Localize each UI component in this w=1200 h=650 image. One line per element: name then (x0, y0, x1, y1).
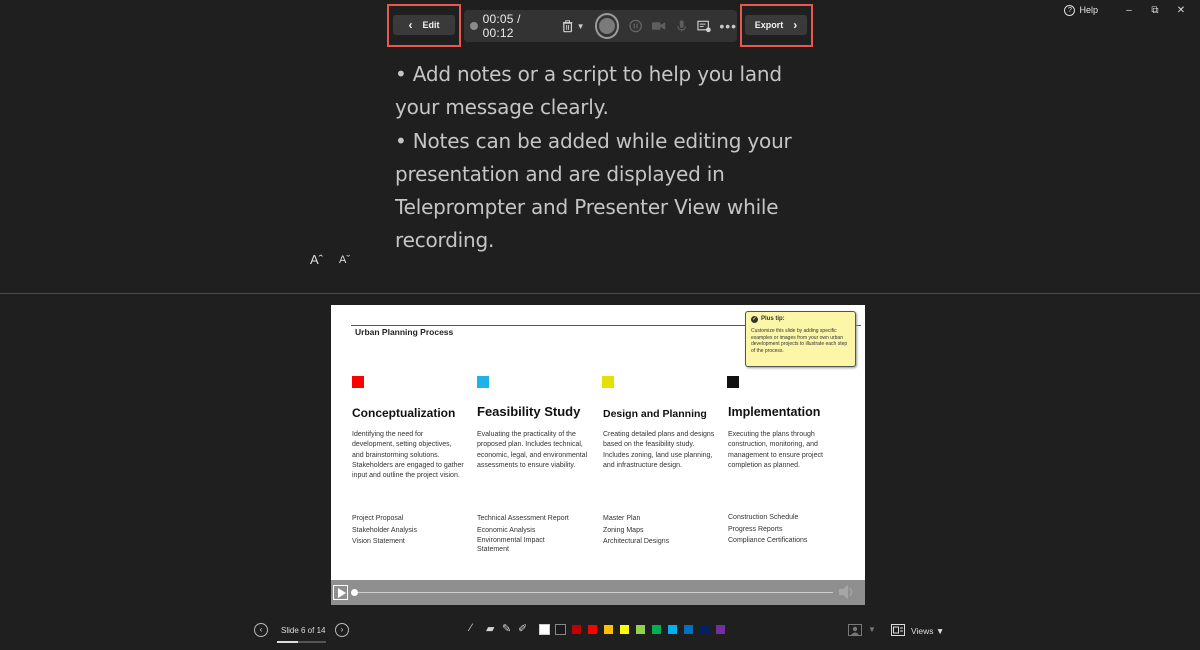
tip-callout: ✓ Plus tip: Customize this slide by addi… (745, 311, 856, 367)
record-dot-icon (470, 22, 478, 30)
slide-title: Urban Planning Process (355, 327, 454, 337)
slide-counter: Slide 6 of 14 (281, 626, 326, 635)
ink-color-swatch[interactable] (683, 624, 694, 635)
increase-font-button[interactable]: Aˆ (310, 252, 323, 267)
microphone-icon[interactable] (676, 19, 687, 33)
help-icon: ? (1064, 4, 1076, 16)
deliverable-item: Progress Reports (728, 525, 783, 533)
play-icon (337, 587, 346, 598)
ink-color-swatch[interactable] (603, 624, 614, 635)
eraser-icon[interactable]: ▰ (486, 622, 494, 635)
deliverable-item: Master Plan (603, 515, 641, 522)
pause-icon[interactable] (629, 19, 643, 33)
next-slide-button[interactable]: › (335, 623, 349, 637)
help-label: Help (1079, 5, 1098, 15)
tip-text: Customize this slide by adding specific … (751, 328, 848, 354)
column-deliverables: Master Plan Zoning Maps Architectural De… (603, 513, 715, 548)
deliverable-item: Compliance Certifications (728, 537, 808, 544)
presenter-icon[interactable] (848, 624, 862, 636)
ink-color-swatch[interactable] (555, 624, 566, 635)
ink-color-swatch[interactable] (715, 624, 726, 635)
column-description: Creating detailed plans and designs base… (603, 431, 715, 469)
column-heading: Conceptualization (352, 406, 456, 420)
ink-color-swatch[interactable] (667, 624, 678, 635)
ink-color-swatch[interactable] (651, 624, 662, 635)
edit-label: Edit (422, 20, 440, 30)
view-options-icon[interactable] (697, 20, 711, 33)
camera-icon[interactable] (651, 20, 666, 32)
decrease-font-button[interactable]: Aˇ (339, 254, 350, 266)
deliverable-item: Architectural Designs (603, 538, 670, 545)
window-controls: ? Help – ⧉ ✕ (1064, 2, 1194, 18)
highlighter-icon[interactable]: ✐ (518, 622, 527, 635)
column-description: Executing the plans through construction… (728, 431, 823, 469)
previous-slide-button[interactable]: ‹ (254, 623, 268, 637)
ink-color-swatch[interactable] (571, 624, 582, 635)
record-button[interactable] (594, 13, 620, 39)
volume-icon[interactable] (837, 584, 855, 600)
deliverable-item: Zoning Maps (603, 526, 644, 534)
views-icon[interactable] (891, 624, 905, 636)
column-deliverables: Project Proposal Stakeholder Analysis Vi… (352, 513, 464, 548)
deliverable-item: Vision Statement (352, 538, 405, 545)
help-button[interactable]: ? Help (1064, 4, 1098, 16)
pane-divider[interactable] (0, 293, 1200, 294)
restore-button[interactable]: ⧉ (1142, 5, 1168, 16)
slide-progress-track (277, 641, 326, 643)
views-button[interactable]: Views ▼ (911, 626, 944, 636)
presenter-dropdown-icon[interactable]: ▼ (868, 625, 876, 634)
deliverable-item: Economic Analysis (477, 526, 536, 534)
tip-icon: ✓ (751, 316, 758, 323)
teleprompter-text: • Add notes or a script to help you land… (395, 62, 792, 253)
deliverable-item: Construction Schedule (728, 514, 799, 521)
export-button[interactable]: Export › (745, 15, 807, 35)
tip-heading: Plus tip: (761, 316, 785, 323)
ink-color-palette (539, 624, 726, 635)
playback-track[interactable] (353, 592, 833, 593)
video-playback-bar (331, 580, 865, 605)
chevron-down-icon[interactable]: ▼ (577, 22, 585, 31)
views-label: Views (911, 626, 934, 636)
minimize-button[interactable]: – (1116, 5, 1142, 16)
views-dropdown-icon: ▼ (935, 626, 945, 636)
slide-preview: Urban Planning Process ✓ Plus tip: Custo… (331, 305, 865, 605)
laser-pointer-icon[interactable]: ⁄ (470, 622, 472, 634)
playback-knob[interactable] (351, 589, 358, 596)
column-color-square (602, 376, 614, 388)
ink-color-swatch[interactable] (539, 624, 550, 635)
column-deliverables: Technical Assessment Report Economic Ana… (477, 513, 589, 554)
ink-color-swatch[interactable] (587, 624, 598, 635)
back-chevron-icon: ‹ (408, 18, 413, 32)
more-icon[interactable]: ••• (719, 18, 737, 34)
column-heading: Implementation (728, 405, 821, 419)
column-color-square (352, 376, 364, 388)
column-heading: Feasibility Study (477, 404, 581, 419)
ink-color-swatch[interactable] (619, 624, 630, 635)
ink-color-swatch[interactable] (635, 624, 646, 635)
recording-timer: 00:05 / 00:12 (482, 12, 521, 40)
pen-icon[interactable]: ✎ (502, 622, 511, 635)
slide-progress-fill (277, 641, 299, 643)
deliverable-item: Project Proposal (352, 515, 404, 522)
column-color-square (477, 376, 489, 388)
column-deliverables: Construction Schedule Progress Reports C… (728, 512, 840, 547)
play-button[interactable] (333, 585, 348, 600)
column-heading: Design and Planning (603, 408, 707, 420)
deliverable-item: Environmental Impact Statement (477, 537, 545, 553)
deliverable-item: Technical Assessment Report (477, 515, 569, 522)
column-description: Identifying the need for development, se… (352, 431, 464, 480)
ink-color-swatch[interactable] (699, 624, 710, 635)
deliverable-item: Stakeholder Analysis (352, 526, 417, 534)
edit-button[interactable]: ‹ Edit (393, 15, 455, 35)
trash-icon[interactable] (561, 19, 574, 33)
recording-toolbar: 00:05 / 00:12 ▼ ••• (464, 10, 737, 42)
export-label: Export (754, 20, 784, 30)
close-button[interactable]: ✕ (1168, 5, 1194, 16)
record-inner-icon (598, 18, 615, 34)
forward-chevron-icon: › (793, 18, 798, 32)
column-color-square (727, 376, 739, 388)
column-description: Evaluating the practicality of the propo… (477, 431, 588, 469)
